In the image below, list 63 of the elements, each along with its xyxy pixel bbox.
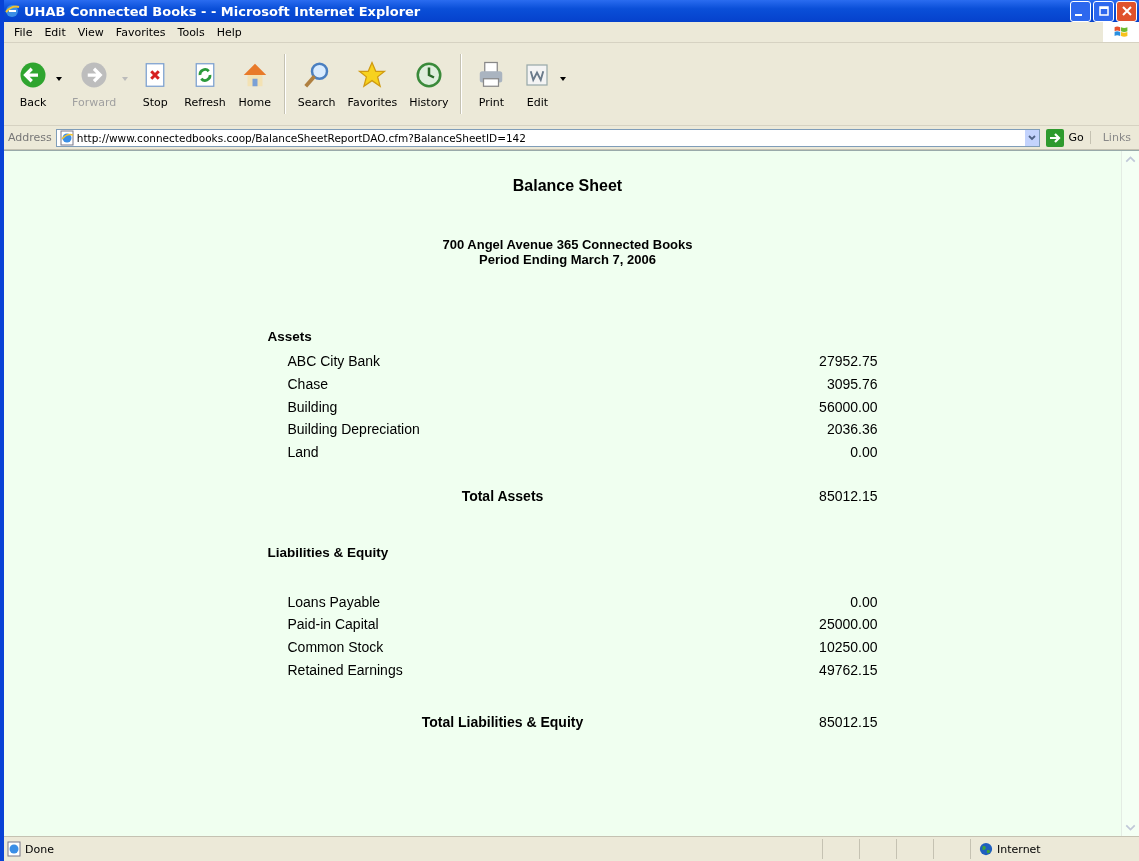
- account-name: Loans Payable: [287, 593, 381, 610]
- dropdown-arrow-icon[interactable]: [56, 77, 62, 81]
- star-icon: [357, 59, 388, 90]
- menu-item[interactable]: Help: [210, 25, 248, 39]
- maximize-icon: [1098, 6, 1109, 16]
- home-button[interactable]: Home: [231, 57, 278, 111]
- dropdown-arrow-icon[interactable]: [560, 77, 567, 81]
- favorites-button[interactable]: Favorites: [341, 57, 404, 111]
- account-amount: 56000.00: [819, 398, 878, 415]
- close-button[interactable]: [1116, 0, 1137, 22]
- account-amount: 0.00: [850, 593, 878, 610]
- edit-button[interactable]: Edit: [514, 57, 561, 111]
- account-name: Common Stock: [287, 639, 384, 656]
- go-button[interactable]: Go: [1040, 128, 1090, 147]
- total-amount: 85012.15: [818, 714, 878, 731]
- dropdown-button[interactable]: [1025, 129, 1040, 146]
- account-amount: 3095.76: [826, 376, 878, 393]
- account-name: Building Depreciation: [287, 421, 420, 438]
- menu-item[interactable]: Favorites: [109, 25, 172, 39]
- page-icon: [6, 841, 22, 857]
- total-label: Total Liabilities & Equity: [420, 714, 585, 731]
- window-title: UHAB Connected Books - - Microsoft Internet Explorer: [24, 3, 422, 19]
- account-amount: 27952.75: [819, 353, 878, 370]
- stop-button[interactable]: Stop: [132, 57, 179, 111]
- report-subtitle: Period Ending March 7, 2006: [478, 252, 657, 267]
- account-amount: 25000.00: [819, 616, 878, 633]
- account-name: Retained Earnings: [287, 661, 403, 678]
- history-button[interactable]: History: [403, 57, 455, 111]
- globe-icon: [979, 842, 993, 856]
- account-name: Land: [287, 444, 319, 461]
- account-amount: 49762.15: [819, 661, 878, 678]
- account-name: Building: [287, 398, 338, 415]
- menu-item[interactable]: Tools: [171, 25, 211, 39]
- section-heading: Assets: [266, 329, 313, 344]
- report-title: Balance Sheet: [511, 177, 624, 195]
- report-subtitle: 700 Angel Avenue 365 Connected Books: [441, 237, 694, 252]
- address-label: Address: [8, 131, 52, 144]
- section-heading: Liabilities & Equity: [266, 545, 390, 561]
- menu-item[interactable]: File: [8, 25, 39, 39]
- account-name: ABC City Bank: [287, 353, 381, 370]
- refresh-button[interactable]: Refresh: [178, 57, 232, 111]
- account-amount: 2036.36: [826, 421, 878, 438]
- account-amount: 0.00: [850, 444, 878, 461]
- browser-logo-icon: [4, 3, 20, 19]
- search-button[interactable]: Search: [291, 57, 342, 111]
- page-icon: [58, 129, 75, 146]
- menu-item[interactable]: View: [71, 25, 110, 39]
- menu-item[interactable]: Edit: [38, 25, 72, 39]
- account-amount: 10250.00: [819, 639, 878, 656]
- total-label: Total Assets: [460, 488, 545, 505]
- zone-text: Internet: [997, 842, 1041, 856]
- minimize-icon: [1075, 14, 1082, 16]
- minimize-button[interactable]: [1070, 0, 1091, 22]
- address-field[interactable]: http://www.connectedbooks.coop/BalanceSheetReportDAO.cfm?BalanceSheetID=142: [55, 128, 1041, 147]
- account-name: Chase: [287, 376, 328, 393]
- print-button[interactable]: Print: [468, 57, 515, 111]
- status-text: Done: [25, 842, 55, 856]
- back-button[interactable]: Back: [10, 57, 56, 111]
- maximize-button[interactable]: [1093, 0, 1114, 22]
- total-amount: 85012.15: [818, 488, 878, 505]
- close-icon: [1121, 6, 1132, 16]
- windows-flag-icon: [1103, 22, 1139, 42]
- account-name: Paid-in Capital: [287, 616, 379, 633]
